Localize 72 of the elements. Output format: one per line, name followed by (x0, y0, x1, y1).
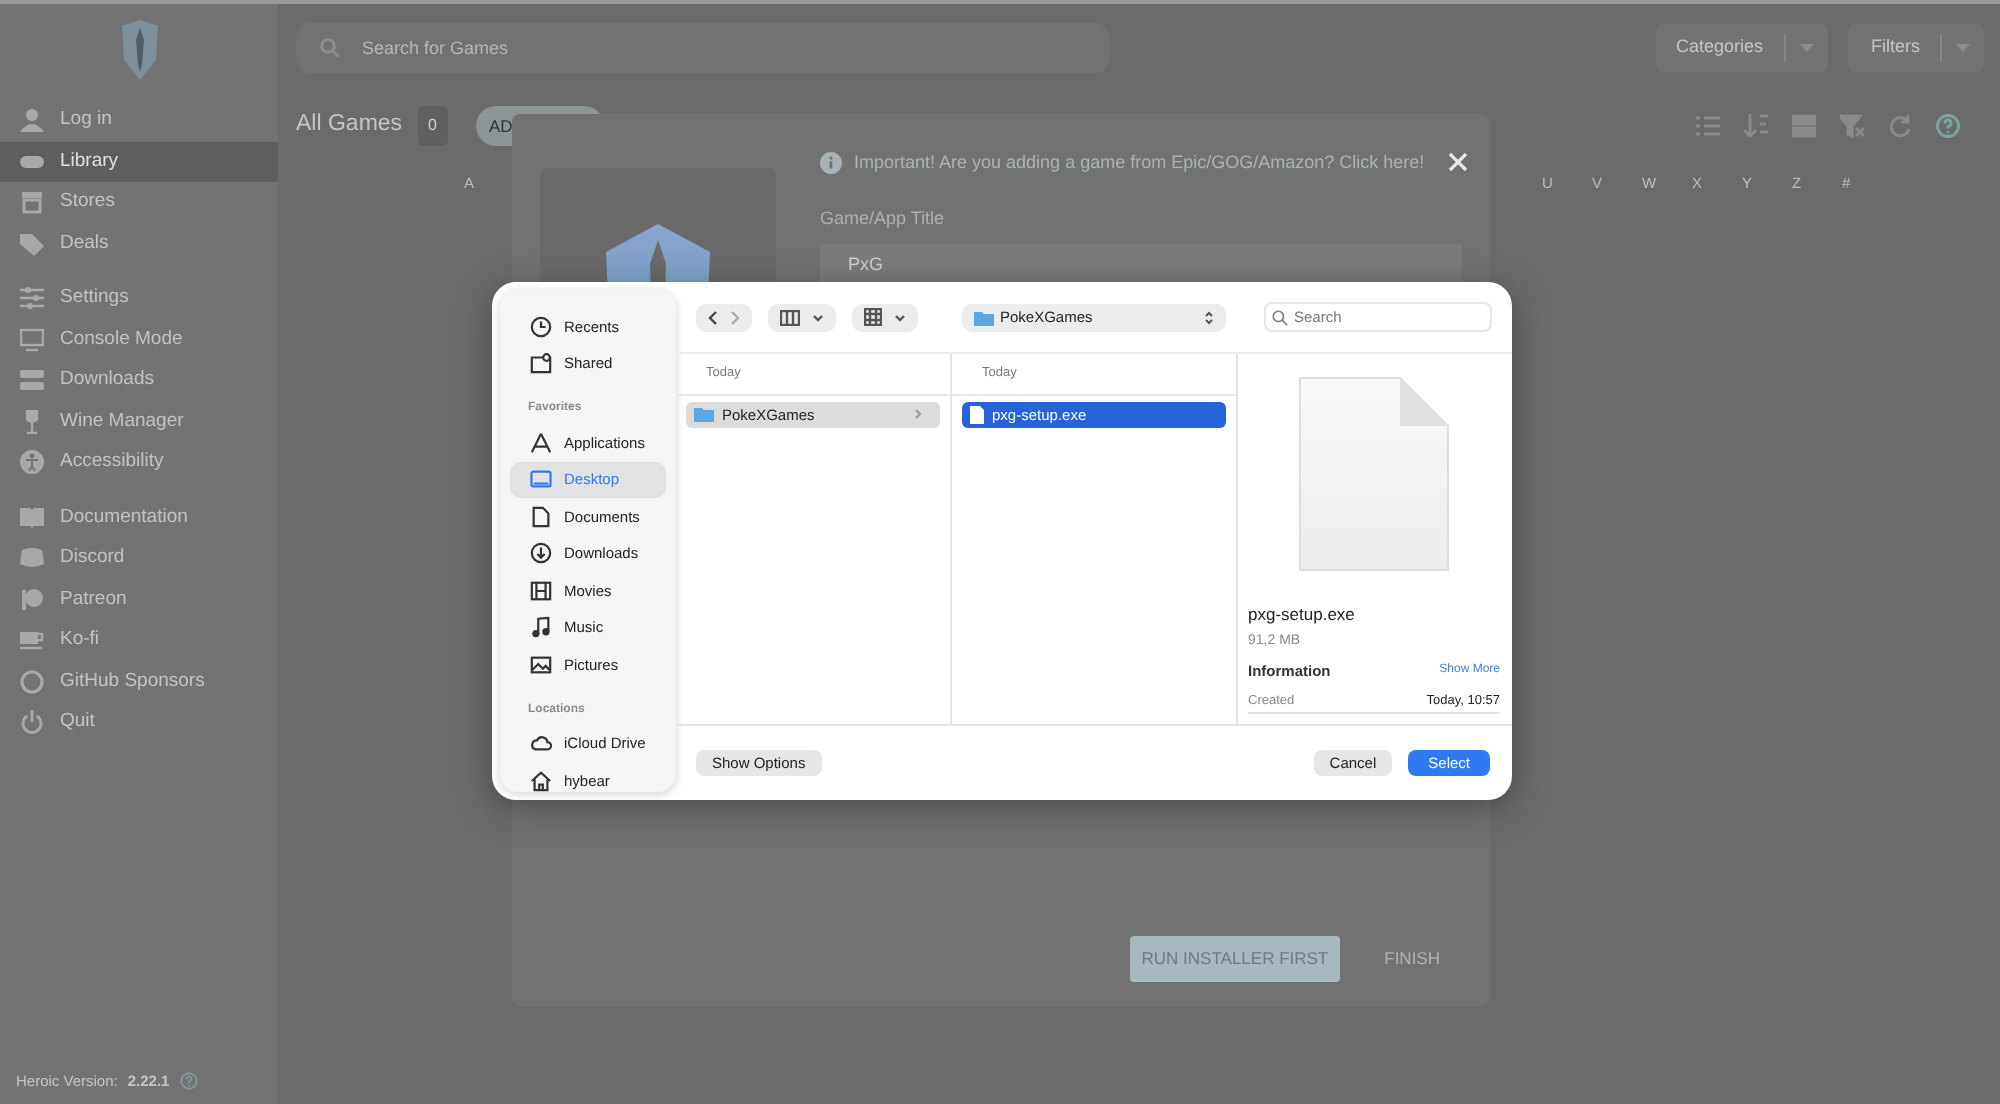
sort-icon[interactable] (1744, 114, 1768, 138)
accessibility-icon (20, 450, 44, 475)
view-mode-button[interactable] (768, 303, 836, 331)
folder-icon (694, 406, 714, 423)
tag-icon (20, 231, 44, 256)
help-icon[interactable] (1936, 114, 1960, 138)
sidebar-item[interactable]: Deals (0, 223, 278, 264)
filters-dropdown[interactable]: Filters (1847, 24, 1984, 72)
filter-icon[interactable] (1840, 114, 1864, 138)
shield-logo-icon (117, 20, 161, 80)
chevron-down-icon (894, 313, 906, 321)
chevron-right-icon (914, 408, 922, 421)
list-icon[interactable] (1696, 114, 1720, 138)
file-name: pxg-setup.exe (1248, 602, 1357, 628)
sidebar-item[interactable]: Quit (0, 702, 278, 743)
picture-icon (530, 653, 552, 676)
document-icon (530, 505, 552, 528)
film-icon (530, 579, 552, 602)
book-icon (20, 505, 44, 530)
house-icon (530, 769, 552, 792)
wine-glass-icon (20, 409, 44, 434)
storage-icon[interactable] (1792, 114, 1816, 138)
sidebar-item[interactable]: Downloads (0, 360, 278, 401)
sidebar-item[interactable]: Library (0, 141, 278, 182)
up-down-icon (1204, 309, 1214, 325)
monitor-icon (20, 327, 44, 352)
group-mode-button[interactable] (852, 303, 918, 331)
sidebar-item[interactable]: Log in (0, 100, 278, 141)
sliders-icon (20, 286, 44, 311)
back-forward-buttons[interactable] (696, 303, 752, 331)
cloud-icon (530, 732, 552, 755)
desktop-icon (530, 468, 552, 491)
download-icon (530, 542, 552, 565)
run-installer-button[interactable]: RUN INSTALLER FIRST (1129, 936, 1341, 982)
forward-icon (730, 309, 740, 325)
library-title: All Games (296, 110, 403, 141)
shared-folder-icon (530, 352, 552, 375)
sidebar-item[interactable]: Console Mode (0, 319, 278, 360)
title-input-field[interactable]: PxG (820, 244, 1462, 284)
sidebar-item[interactable]: GitHub Sponsors (0, 661, 278, 702)
help-icon (179, 1071, 198, 1090)
sidebar-item[interactable]: Settings (0, 278, 278, 319)
sidebar-item[interactable]: Ko-fi (0, 620, 278, 661)
finish-button[interactable]: FINISH (1372, 944, 1452, 974)
categories-dropdown[interactable]: Categories (1655, 24, 1827, 72)
folder-icon (974, 309, 994, 325)
blob-icon (20, 587, 44, 612)
search-field[interactable]: Search for Games (296, 22, 1110, 74)
clock-icon (530, 315, 552, 338)
sidebar-item[interactable]: Accessibility (0, 442, 278, 483)
sidebar-item[interactable]: Patreon (0, 579, 278, 620)
refresh-icon[interactable] (1888, 114, 1912, 138)
grid-icon (864, 308, 882, 326)
storage-icon (20, 368, 44, 393)
sidebar-item[interactable]: Discord (0, 538, 278, 579)
close-icon (1448, 151, 1468, 172)
sidebar-item[interactable]: Wine Manager (0, 401, 278, 442)
field-label: Game/App Title (820, 205, 947, 232)
back-icon (708, 309, 718, 325)
music-note-icon (530, 616, 552, 639)
store-icon (20, 190, 44, 215)
game-count: 0 (418, 106, 447, 146)
person-icon (20, 108, 44, 133)
columns-icon (780, 309, 800, 325)
info-notice-link[interactable]: Important! Are you adding a game from Epic/GOG/Amazon? Click here! (820, 150, 1462, 177)
sidebar-item[interactable]: Stores (0, 182, 278, 223)
chevron-down-icon (812, 313, 824, 321)
cup-icon (20, 628, 44, 653)
info-icon (820, 152, 842, 175)
document-icon (970, 405, 984, 424)
power-icon (20, 710, 44, 735)
sidebar-item[interactable]: Documentation (0, 497, 278, 538)
